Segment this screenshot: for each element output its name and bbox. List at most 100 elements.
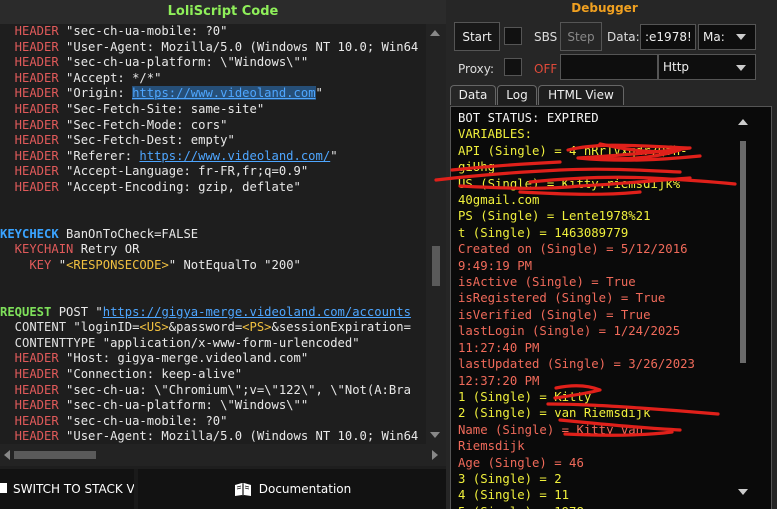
output-scroll-down-icon[interactable] — [738, 489, 748, 495]
code-line[interactable]: KEYCHAIN Retry OR — [0, 242, 426, 258]
debugger-output-text: BOT STATUS: EXPIRED VARIABLES: API (Single… — [458, 110, 740, 509]
code-line[interactable]: HEADER "sec-ch-ua-platform: \"Windows\"" — [0, 55, 426, 71]
code-token: "User-Agent: Mozilla/5.0 (Windows NT 10.… — [66, 39, 419, 54]
output-scroll-thumb[interactable] — [740, 141, 746, 363]
code-link[interactable]: https://www.videoland.com — [132, 86, 316, 101]
code-link[interactable]: https://gigya-merge.videoland.com/accoun… — [103, 305, 411, 319]
scroll-up-icon[interactable] — [430, 30, 440, 36]
code-line[interactable]: REQUEST POST "https://gigya-merge.videol… — [0, 305, 426, 321]
output-line: 11:27:40 PM — [458, 340, 540, 355]
scroll-thumb[interactable] — [432, 246, 440, 286]
code-line[interactable]: HEADER "Accept: */*" — [0, 71, 426, 87]
code-token: "loginID= — [66, 320, 140, 335]
code-line[interactable]: HEADER "sec-ch-ua-mobile: ?0" — [0, 24, 426, 40]
start-button[interactable]: Start — [454, 22, 500, 51]
code-line[interactable] — [0, 211, 426, 227]
stack-icon — [0, 483, 7, 493]
loliscript-panel: LoliScript Code HEADER "sec-ch-ua-mobile… — [0, 0, 446, 509]
code-line[interactable]: HEADER "User-Agent: Mozilla/5.0 (Windows… — [0, 429, 426, 444]
code-token: "Accept-Language: fr-FR,fr;q=0.9" — [66, 164, 309, 179]
code-line[interactable]: HEADER "Referer: https://www.videoland.c… — [0, 149, 426, 165]
mode-select-value: Ma: — [703, 30, 725, 44]
code-token: "Origin: — [66, 86, 133, 101]
switch-to-stack-view-button[interactable]: SWITCH TO STACK VIEW — [0, 469, 134, 509]
code-token: "sec-ch-ua-platform: \"Windows\"" — [66, 398, 309, 413]
code-token: KEY — [0, 257, 52, 272]
code-token: "Sec-Fetch-Mode: cors" — [66, 117, 228, 132]
code-token: POST " — [51, 304, 103, 319]
code-token: BanOnToCheck=FALSE — [58, 226, 199, 241]
mode-select[interactable]: Ma: — [698, 24, 756, 50]
code-token: KEYCHAIN — [0, 242, 74, 257]
code-line[interactable]: HEADER "Sec-Fetch-Mode: cors" — [0, 118, 426, 134]
code-line[interactable]: HEADER "sec-ch-ua-platform: \"Windows\"" — [0, 398, 426, 414]
proxy-input[interactable] — [560, 54, 658, 80]
code-horizontal-scrollbar[interactable] — [0, 444, 446, 466]
output-line: lastUpdated (Single) = 3/26/2023 — [458, 357, 695, 372]
code-token: "Sec-Fetch-Site: same-site" — [66, 101, 265, 116]
code-line[interactable]: HEADER "Accept-Encoding: gzip, deflate" — [0, 180, 426, 196]
tab-data[interactable]: Data — [450, 85, 496, 105]
code-line[interactable]: KEYCHECK BanOnToCheck=FALSE — [0, 227, 426, 243]
output-line: Age (Single) = 46 — [458, 455, 584, 470]
code-token: <US> — [139, 320, 169, 335]
output-line: VARIABLES: — [458, 127, 533, 142]
code-line[interactable]: HEADER "Sec-Fetch-Site: same-site" — [0, 102, 426, 118]
scroll-right-icon[interactable] — [432, 450, 438, 460]
output-scroll-up-icon[interactable] — [738, 119, 748, 125]
data-input[interactable]: :e1978! — [640, 24, 696, 50]
code-token: HEADER — [0, 117, 67, 132]
code-line[interactable]: KEY "<RESPONSECODE>" NotEqualTo "200" — [0, 258, 426, 274]
output-line: 2 (Single) = van Riemsdijk — [458, 406, 651, 421]
code-link[interactable]: https://www.videoland.com/ — [139, 149, 330, 163]
code-line[interactable]: HEADER "Origin: https://www.videoland.co… — [0, 86, 426, 102]
code-token: HEADER — [0, 101, 67, 116]
scroll-thumb-horizontal[interactable] — [14, 451, 96, 459]
code-line[interactable]: HEADER "User-Agent: Mozilla/5.0 (Windows… — [0, 40, 426, 56]
code-token: "application/x-www-form-urlencoded" — [95, 335, 360, 350]
code-line[interactable]: HEADER "sec-ch-ua: \"Chromium\";v=\"122\… — [0, 383, 426, 399]
step-button[interactable]: Step — [560, 22, 602, 51]
code-token: REQUEST — [0, 304, 52, 319]
code-line[interactable]: HEADER "Host: gigya-merge.videoland.com" — [0, 351, 426, 367]
output-line: 40gmail.com — [458, 193, 540, 208]
documentation-button[interactable]: Documentation — [138, 469, 446, 509]
code-editor[interactable]: HEADER "sec-ch-ua-mobile: ?0" HEADER "Us… — [0, 24, 426, 444]
code-line[interactable]: HEADER "Sec-Fetch-Dest: empty" — [0, 133, 426, 149]
code-token: <RESPONSECODE> — [66, 257, 169, 272]
code-line[interactable] — [0, 274, 426, 290]
code-token: <PS> — [242, 320, 272, 335]
code-line[interactable]: CONTENT "loginID=<US>&password=<PS>&sess… — [0, 320, 426, 336]
debugger-tabs: Data Log HTML View — [450, 85, 777, 105]
code-line[interactable]: CONTENTTYPE "application/x-www-form-urle… — [0, 336, 426, 352]
code-line[interactable] — [0, 196, 426, 212]
code-line[interactable]: HEADER "Connection: keep-alive" — [0, 367, 426, 383]
code-token: "sec-ch-ua-mobile: ?0" — [66, 413, 228, 428]
sbs-checkbox[interactable] — [504, 27, 522, 45]
code-line[interactable]: HEADER "Accept-Language: fr-FR,fr;q=0.9" — [0, 164, 426, 180]
tab-log[interactable]: Log — [497, 85, 537, 105]
scroll-left-icon[interactable] — [4, 450, 10, 460]
proxy-type-chevron-down-icon[interactable] — [736, 65, 746, 71]
code-token: " — [315, 86, 323, 101]
output-scrollbar[interactable] — [737, 107, 751, 509]
code-token: "User-Agent: Mozilla/5.0 (Windows NT 10.… — [66, 429, 419, 444]
code-token: "sec-ch-ua-platform: \"Windows\"" — [66, 55, 309, 70]
code-line[interactable]: HEADER "sec-ch-ua-mobile: ?0" — [0, 414, 426, 430]
code-token: HEADER — [0, 398, 67, 413]
tab-html-view[interactable]: HTML View — [538, 85, 624, 105]
code-token: CONTENT — [0, 320, 67, 335]
proxy-checkbox[interactable] — [504, 58, 522, 76]
scroll-down-icon[interactable] — [430, 432, 440, 438]
output-line: Riemsdijk — [458, 439, 525, 454]
code-token: "sec-ch-ua: \"Chromium\";v=\"122\", \"No… — [66, 382, 411, 397]
debugger-output[interactable]: BOT STATUS: EXPIRED VARIABLES: API (Single… — [450, 106, 772, 509]
documentation-label: Documentation — [258, 482, 352, 496]
output-line: 3 (Single) = 2 — [458, 471, 562, 486]
code-token: "Accept: */*" — [66, 70, 162, 85]
code-line[interactable] — [0, 289, 426, 305]
left-bottom-bar: SWITCH TO STACK VIEW Documentation — [0, 469, 446, 509]
code-vertical-scrollbar[interactable] — [426, 24, 446, 444]
mode-chevron-down-icon[interactable] — [736, 34, 746, 40]
debugger-panel: Debugger Start SBS Step Data: :e1978! Ma… — [446, 0, 777, 509]
